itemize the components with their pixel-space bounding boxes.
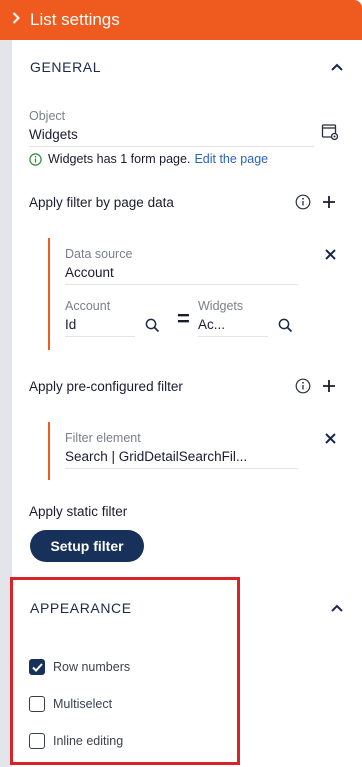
appearance-section-header[interactable]: APPEARANCE [30, 598, 344, 618]
data-source-label: Data source [65, 247, 133, 261]
setup-filter-button[interactable]: Setup filter [30, 530, 144, 562]
chevron-right-icon[interactable] [2, 11, 30, 29]
left-rail [0, 0, 12, 767]
equals-operator: = [177, 306, 190, 331]
close-icon[interactable] [322, 246, 338, 262]
filter-element-value[interactable]: Search | GridDetailSearchFil... [65, 449, 247, 464]
left-field-label: Account [65, 299, 111, 313]
general-section-title: GENERAL [30, 59, 102, 75]
object-label: Object [29, 109, 66, 123]
add-icon[interactable] [320, 193, 338, 211]
edit-page-link[interactable]: Edit the page [194, 152, 268, 166]
right-field-label: Widgets [198, 299, 244, 313]
form-settings-icon[interactable] [320, 122, 340, 142]
row-numbers-checkbox[interactable] [29, 659, 45, 675]
data-source-underline [65, 284, 298, 285]
panel-title: List settings [30, 10, 120, 29]
page-data-filter-title: Apply filter by page data [29, 195, 174, 210]
search-icon[interactable] [276, 316, 294, 334]
appearance-section-title: APPEARANCE [30, 600, 132, 616]
inline-editing-label: Inline editing [53, 734, 124, 748]
chevron-up-icon[interactable] [330, 601, 344, 615]
multiselect-label: Multiselect [53, 697, 113, 711]
general-section-header[interactable]: GENERAL [30, 57, 344, 77]
left-field-value[interactable]: Id [65, 317, 76, 332]
info-line: Widgets has 1 form page. Edit the page [29, 152, 268, 166]
preconfigured-filter-title: Apply pre-configured filter [29, 379, 183, 394]
info-text: Widgets has 1 form page. [48, 152, 191, 166]
object-underline [29, 146, 314, 147]
page-data-filter-card: Data source Account Account Id = Widgets… [48, 238, 338, 350]
right-field-underline [198, 336, 268, 337]
info-icon[interactable] [294, 377, 312, 395]
multiselect-checkbox[interactable] [29, 696, 45, 712]
settings-panel: GENERAL Object Widgets Widgets has 1 for… [12, 0, 362, 767]
right-field-value[interactable]: Ac... [198, 317, 225, 332]
info-icon[interactable] [294, 193, 312, 211]
object-value[interactable]: Widgets [29, 127, 78, 142]
left-field-underline [65, 336, 135, 337]
data-source-value[interactable]: Account [65, 265, 114, 280]
search-icon[interactable] [143, 316, 161, 334]
row-numbers-label: Row numbers [53, 660, 131, 674]
preconfigured-filter-card: Filter element Search | GridDetailSearch… [48, 422, 338, 480]
add-icon[interactable] [320, 377, 338, 395]
chevron-up-icon[interactable] [330, 60, 344, 74]
close-icon[interactable] [322, 430, 338, 446]
inline-editing-checkbox[interactable] [29, 733, 45, 749]
panel-header: List settings [0, 0, 362, 40]
filter-element-underline [65, 468, 298, 469]
static-filter-title: Apply static filter [29, 504, 128, 519]
info-circle-icon [29, 152, 42, 166]
checkmark-icon [31, 662, 43, 672]
filter-element-label: Filter element [65, 431, 141, 445]
